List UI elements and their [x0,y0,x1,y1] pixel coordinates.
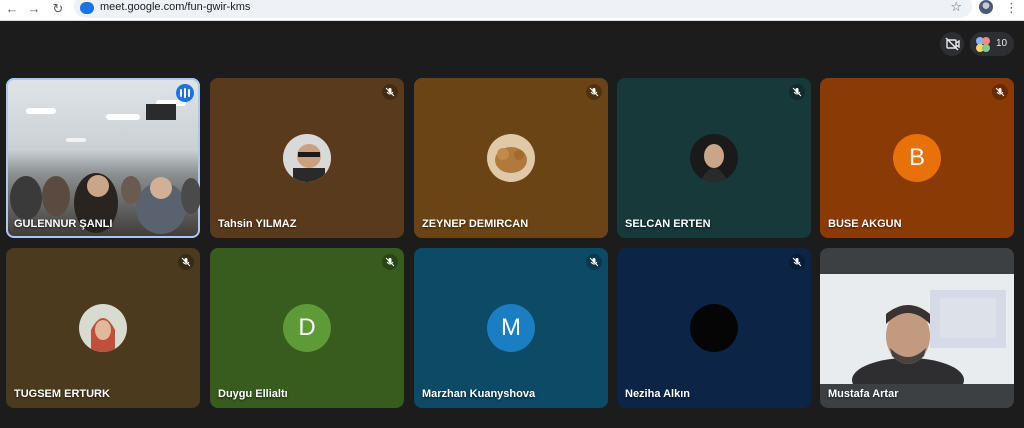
camera-off-icon [945,37,960,51]
avatar [79,304,127,352]
participant-tile[interactable]: Tahsin YILMAZ [210,78,404,238]
participant-tile[interactable]: SELCAN ERTEN [617,78,811,238]
classroom-video-feed [10,100,200,234]
participant-name: GULENNUR ŞANLI [14,218,113,230]
avatar-initial: D [283,304,331,352]
avatar [283,134,331,182]
participant-name: Duygu Ellialtı [218,388,288,400]
avatar-initial: B [893,134,941,182]
url-text: meet.google.com/fun-gwir-kms [100,1,251,13]
participant-tile[interactable]: TUGSEM ERTURK [6,248,200,408]
participant-tile[interactable]: M Marzhan Kuanyshova [414,248,608,408]
muted-mic-icon [789,84,805,100]
participant-count: 10 [996,38,1008,49]
participant-name: Marzhan Kuanyshova [422,388,536,400]
muted-mic-icon [178,254,194,270]
participant-name: BUSE AKGUN [828,218,902,230]
participant-tile[interactable]: D Duygu Ellialtı [210,248,404,408]
back-arrow-icon[interactable]: ← [4,1,20,17]
profile-avatar[interactable] [979,0,993,14]
menu-kebab-icon[interactable]: ⋮ [1005,0,1018,15]
browser-toolbar: ← → ↻ meet.google.com/fun-gwir-kms ☆ ⋮ [0,0,1024,21]
participant-tile[interactable]: GULENNUR ŞANLI [6,78,200,238]
avatar-initial: M [487,304,535,352]
reload-icon[interactable]: ↻ [50,1,66,17]
participant-name: SELCAN ERTEN [625,218,711,230]
participant-tile[interactable]: ZEYNEP DEMIRCAN [414,78,608,238]
muted-mic-icon [382,254,398,270]
participant-tile[interactable]: B BUSE AKGUN [820,78,1014,238]
participant-name: TUGSEM ERTURK [14,388,110,400]
participant-name: Mustafa Artar [828,388,899,400]
speaking-indicator-icon [176,84,194,102]
site-info-icon[interactable] [80,2,94,14]
webcam-video-feed [820,274,1014,384]
avatar [690,304,738,352]
participant-name: Neziha Alkın [625,388,690,400]
participant-name: ZEYNEP DEMIRCAN [422,218,529,230]
mini-avatar [982,44,990,52]
address-bar[interactable]: meet.google.com/fun-gwir-kms ☆ [74,0,972,18]
avatar [487,134,535,182]
participant-tile[interactable]: Mustafa Artar [820,248,1014,408]
participants-button[interactable]: 10 [970,32,1014,56]
muted-mic-icon [789,254,805,270]
avatar [690,134,738,182]
muted-mic-icon [382,84,398,100]
bookmark-star-icon[interactable]: ☆ [950,0,962,15]
forward-arrow-icon[interactable]: → [26,1,42,17]
camera-off-button[interactable] [940,32,964,56]
muted-mic-icon [992,84,1008,100]
muted-mic-icon [586,254,602,270]
muted-mic-icon [586,84,602,100]
participant-name: Tahsin YILMAZ [218,218,297,230]
participant-tile[interactable]: Neziha Alkın [617,248,811,408]
